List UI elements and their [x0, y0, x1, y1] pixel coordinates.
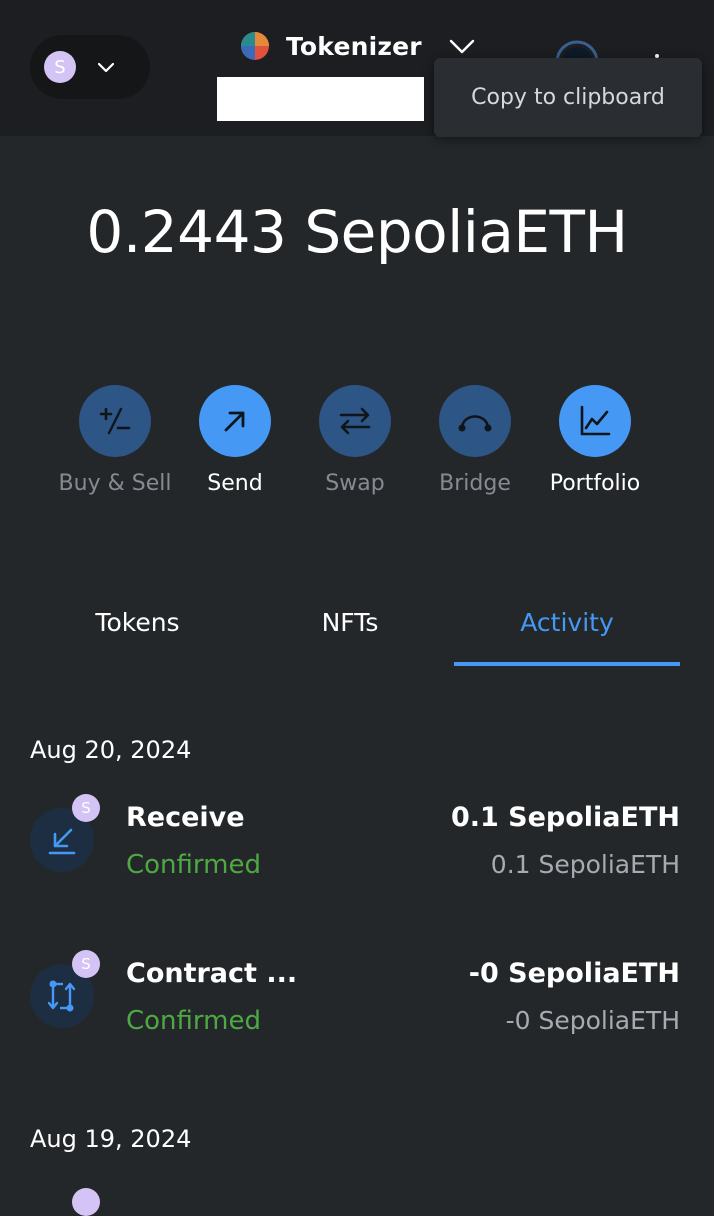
- tab-tokens[interactable]: Tokens: [55, 608, 220, 637]
- copy-tooltip: Copy to clipboard: [434, 58, 702, 137]
- network-badge: S: [72, 950, 100, 978]
- tx-status: Confirmed: [126, 850, 261, 880]
- swap-button[interactable]: Swap: [295, 385, 415, 496]
- action-circle: [79, 385, 151, 457]
- tx-title: Contract ...: [126, 958, 298, 989]
- action-circle: [319, 385, 391, 457]
- network-badge: S: [72, 794, 100, 822]
- account-name: Tokenizer: [286, 31, 422, 61]
- send-label: Send: [207, 471, 263, 496]
- action-circle: [439, 385, 511, 457]
- bridge-label: Bridge: [439, 471, 511, 496]
- receive-arrow-icon: [48, 828, 76, 855]
- network-selector[interactable]: S: [30, 35, 150, 99]
- activity-date-header: Aug 19, 2024: [30, 1125, 192, 1153]
- activity-item-contract[interactable]: S Contract ... Confirmed -0 SepoliaETH -…: [0, 950, 714, 1064]
- tx-title: Receive: [126, 802, 245, 833]
- tx-fiat-amount: 0.1 SepoliaETH: [490, 850, 680, 879]
- send-button[interactable]: Send: [175, 385, 295, 496]
- balance-display: 0.2443 SepoliaETH: [0, 198, 714, 266]
- network-badge: [72, 1188, 100, 1216]
- tx-amount: 0.1 SepoliaETH: [450, 802, 680, 833]
- activity-date-header: Aug 20, 2024: [30, 736, 192, 764]
- tx-amount: -0 SepoliaETH: [468, 958, 680, 989]
- portfolio-label: Portfolio: [549, 471, 641, 496]
- action-circle: [199, 385, 271, 457]
- chart-line-icon: [580, 405, 611, 436]
- buy-sell-label: Buy & Sell: [58, 471, 172, 496]
- swap-label: Swap: [325, 471, 385, 496]
- network-avatar: S: [44, 51, 76, 83]
- portfolio-button[interactable]: Portfolio: [535, 385, 655, 496]
- buy-sell-button[interactable]: Buy & Sell: [55, 385, 175, 496]
- arrow-up-right-icon: [224, 411, 245, 432]
- account-address-button[interactable]: [217, 77, 424, 121]
- swap-arrows-icon: [339, 407, 371, 435]
- activity-item-receive[interactable]: S Receive Confirmed 0.1 SepoliaETH 0.1 S…: [0, 794, 714, 908]
- balance-amount: 0.2443: [86, 198, 287, 266]
- chevron-down-icon: [449, 39, 475, 54]
- bridge-icon: [458, 415, 492, 432]
- balance-unit: SepoliaETH: [304, 198, 628, 266]
- plus-minus-icon: [99, 407, 131, 435]
- chevron-down-icon: [97, 62, 115, 73]
- contract-interaction-icon: [47, 980, 76, 1012]
- tx-status: Confirmed: [126, 1006, 261, 1036]
- tx-fiat-amount: -0 SepoliaETH: [505, 1006, 680, 1035]
- account-avatar-icon: [241, 32, 269, 60]
- active-tab-indicator: [454, 662, 680, 666]
- action-circle: [559, 385, 631, 457]
- tab-activity[interactable]: Activity: [454, 608, 680, 637]
- tab-nfts[interactable]: NFTs: [270, 608, 430, 637]
- bridge-button[interactable]: Bridge: [415, 385, 535, 496]
